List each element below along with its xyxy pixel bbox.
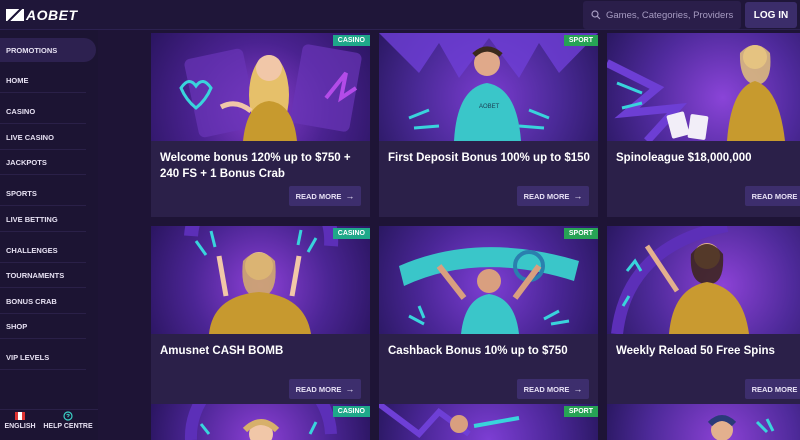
logo-mark-icon [6, 9, 24, 21]
read-more-label: READ MORE [523, 191, 570, 201]
promo-artwork [399, 247, 579, 334]
promo-image: CASINO [151, 33, 370, 141]
promo-title: Weekly Reload 50 Free Spins [616, 345, 775, 357]
help-label: HELP CENTRE [43, 423, 93, 430]
read-more-label: READ MORE [295, 384, 342, 394]
promo-image: AOBET SPORT [379, 33, 598, 141]
promo-image: CASINO [151, 226, 370, 334]
promo-image: SPORT [379, 226, 598, 334]
sidebar-item-challenges[interactable]: CHALLENGES [0, 239, 86, 263]
read-more-button[interactable]: READ MORE→ [289, 379, 361, 399]
search-box[interactable] [583, 1, 741, 29]
read-more-label: READ MORE [295, 191, 342, 201]
arrow-right-icon: → [345, 191, 355, 201]
sidebar-item-vip-levels[interactable]: VIP LEVELS [0, 346, 86, 370]
promo-card[interactable] [607, 404, 800, 440]
sidebar-item-shop[interactable]: SHOP [0, 315, 86, 339]
search-input[interactable] [606, 9, 734, 21]
category-badge: CASINO [332, 406, 370, 417]
sidebar-item-bonus-crab[interactable]: BONUS CRAB [0, 290, 86, 314]
sidebar-item-promotions[interactable]: PROMOTIONS [0, 38, 96, 62]
promo-image: SPORT [379, 404, 598, 440]
promo-title: Cashback Bonus 10% up to $750 [388, 345, 568, 357]
promo-card[interactable]: SPORT [379, 404, 598, 440]
promo-artwork [184, 226, 339, 334]
promo-card[interactable]: CASINO Amusnet CASH BOMB READ MORE → [151, 226, 370, 410]
logo-text: AOBET [26, 7, 78, 23]
top-bar: AOBET LOG IN [0, 0, 800, 30]
canada-flag-icon [15, 412, 25, 420]
read-more-button[interactable]: READ MORE→ [745, 186, 800, 206]
login-button[interactable]: LOG IN [745, 2, 797, 28]
language-selector[interactable]: ENGLISH [0, 410, 40, 430]
promo-card[interactable]: Spinoleague $18,000,000 READ MORE→ [607, 33, 800, 217]
help-centre-link[interactable]: HELP CENTRE [42, 410, 94, 430]
help-icon [63, 411, 73, 421]
language-label: ENGLISH [4, 423, 36, 430]
sidebar-item-casino[interactable]: CASINO [0, 100, 86, 124]
promo-artwork [707, 415, 775, 440]
promo-card[interactable]: AOBET SPORT First Deposit Bonus 100% up … [379, 33, 598, 217]
read-more-button[interactable]: READ MORE→ [745, 379, 800, 399]
arrow-right-icon: → [345, 384, 355, 394]
promo-card[interactable]: CASINO [151, 404, 370, 440]
sidebar-item-tournaments[interactable]: TOURNAMENTS [0, 264, 86, 288]
category-badge: CASINO [332, 35, 370, 46]
promo-image [607, 33, 800, 141]
promo-title: Spinoleague $18,000,000 [616, 152, 752, 164]
read-more-label: READ MORE [751, 191, 798, 201]
site-logo[interactable]: AOBET [6, 7, 78, 23]
promo-title: Welcome bonus 120% up to $750 + 240 FS +… [160, 152, 351, 180]
sidebar-footer: ENGLISH HELP CENTRE [0, 409, 98, 440]
promo-image [607, 226, 800, 334]
read-more-button[interactable]: READ MORE→ [289, 186, 361, 206]
read-more-label: READ MORE [523, 384, 570, 394]
search-icon [591, 10, 601, 20]
promo-image: CASINO [151, 404, 370, 440]
promo-artwork [607, 45, 785, 141]
category-badge: SPORT [563, 228, 598, 239]
promo-artwork: AOBET [379, 33, 598, 141]
category-badge: SPORT [563, 406, 598, 417]
category-badge: CASINO [332, 228, 370, 239]
sidebar-item-live-betting[interactable]: LIVE BETTING [0, 208, 86, 232]
sidebar-item-live-casino[interactable]: LIVE CASINO [0, 126, 86, 150]
promo-artwork [611, 226, 749, 334]
promo-image [607, 404, 800, 440]
read-more-button[interactable]: READ MORE→ [517, 379, 589, 399]
promo-artwork [179, 44, 362, 141]
arrow-right-icon: → [573, 191, 583, 201]
sidebar-item-sports[interactable]: SPORTS [0, 182, 86, 206]
read-more-label: READ MORE [751, 384, 798, 394]
promo-title: First Deposit Bonus 100% up to $150 [388, 152, 590, 164]
promo-title: Amusnet CASH BOMB [160, 345, 284, 357]
sidebar: PROMOTIONS HOME CASINO LIVE CASINO JACKP… [0, 30, 98, 440]
promo-card[interactable]: SPORT Cashback Bonus 10% up to $750 READ… [379, 226, 598, 410]
arrow-right-icon: → [573, 384, 583, 394]
promo-card[interactable]: CASINO Welcome bonus 120% up to $750 + 2… [151, 33, 370, 217]
read-more-button[interactable]: READ MORE→ [517, 186, 589, 206]
sidebar-item-jackpots[interactable]: JACKPOTS [0, 151, 86, 175]
svg-text:AOBET: AOBET [479, 104, 500, 110]
category-badge: SPORT [563, 35, 598, 46]
sidebar-item-home[interactable]: HOME [0, 69, 86, 93]
promo-card[interactable]: Weekly Reload 50 Free Spins READ MORE→ [607, 226, 800, 410]
